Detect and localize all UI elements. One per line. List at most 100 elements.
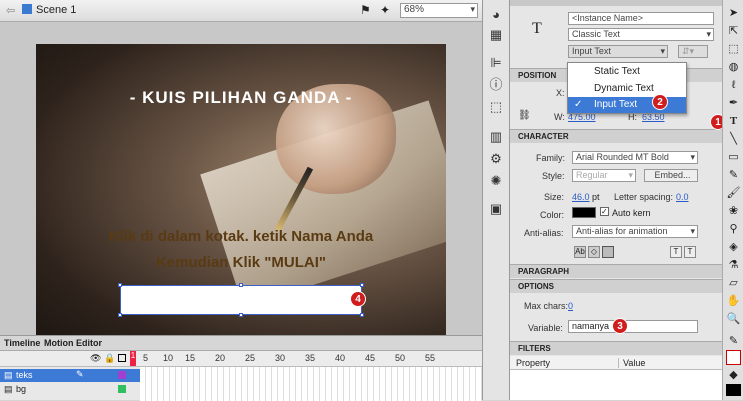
- 3d-rotation-icon[interactable]: ◍: [726, 60, 741, 75]
- scene-toolbar: ⇦ Scene 1 ⚑ ✦ 68%: [0, 0, 482, 22]
- fill-color-icon[interactable]: ◆: [726, 368, 741, 383]
- lasso-icon[interactable]: ℓ: [726, 78, 741, 93]
- subselection-tool-icon[interactable]: ⇱: [726, 24, 741, 39]
- eye-icon[interactable]: 👁: [90, 353, 101, 364]
- embed-button[interactable]: Embed...: [644, 169, 698, 182]
- font-style-select[interactable]: Regular: [572, 169, 636, 182]
- paint-bucket-icon[interactable]: ◈: [726, 240, 741, 255]
- layer-color-swatch[interactable]: [118, 371, 126, 379]
- stage-canvas: - KUIS PILIHAN GANDA - Klik di dalam kot…: [36, 44, 446, 350]
- zoom-tool-icon[interactable]: 🔍: [726, 312, 741, 327]
- info-icon[interactable]: ⓘ: [487, 76, 505, 94]
- color-panel-icon[interactable]: ◕: [487, 6, 505, 24]
- line-tool-icon[interactable]: ╲: [726, 132, 741, 147]
- border-toggle-icon[interactable]: [602, 246, 614, 258]
- layer-name[interactable]: teks: [16, 370, 33, 380]
- font-size-value[interactable]: 46.0: [572, 192, 590, 202]
- style-label: Style:: [542, 171, 565, 181]
- filters-list[interactable]: [510, 370, 722, 400]
- text-type-select[interactable]: Input Text: [568, 45, 668, 58]
- components-icon[interactable]: ⚙: [487, 150, 505, 168]
- lock-icon[interactable]: 🔒: [104, 353, 115, 364]
- edit-symbol-icon[interactable]: ✦: [380, 3, 390, 17]
- scene-label[interactable]: Scene 1: [36, 4, 76, 16]
- rectangle-tool-icon[interactable]: ▭: [726, 150, 741, 165]
- instance-name-input[interactable]: <Instance Name>: [568, 12, 714, 25]
- back-arrow-icon[interactable]: ⇦: [6, 4, 15, 17]
- pen-tool-icon[interactable]: ✒: [726, 96, 741, 111]
- frame-number: 55: [425, 353, 436, 363]
- frame-number: 10: [163, 353, 174, 363]
- name-input-textfield[interactable]: [118, 283, 364, 317]
- motion-presets-icon[interactable]: ✺: [487, 172, 505, 190]
- resize-handle[interactable]: [118, 313, 122, 317]
- frame-number: 40: [335, 353, 346, 363]
- max-chars-value[interactable]: 0: [568, 301, 573, 311]
- section-filters[interactable]: FILTERS: [510, 341, 722, 355]
- align-icon[interactable]: ⊫: [487, 54, 505, 72]
- fill-none-icon[interactable]: [726, 350, 741, 365]
- menu-dynamic-text[interactable]: Dynamic Text: [568, 81, 686, 97]
- layer-color-swatch[interactable]: [118, 385, 126, 393]
- tab-timeline[interactable]: Timeline: [4, 338, 40, 348]
- max-chars-label: Max chars:: [524, 301, 569, 311]
- stroke-color-icon[interactable]: ✎: [726, 334, 741, 349]
- swatches-icon[interactable]: ▦: [487, 26, 505, 44]
- letter-spacing-value[interactable]: 0.0: [676, 192, 689, 202]
- edit-scene-icon[interactable]: ⚑: [360, 3, 371, 17]
- menu-static-text[interactable]: Static Text: [568, 64, 686, 80]
- layer-name[interactable]: bg: [16, 384, 26, 394]
- hand-tool-icon[interactable]: ✋: [726, 294, 741, 309]
- deco-tool-icon[interactable]: ❀: [726, 204, 741, 219]
- zoom-select[interactable]: 68%: [400, 3, 478, 18]
- playhead[interactable]: 1: [130, 351, 136, 366]
- selection-tool-icon[interactable]: ➤: [726, 6, 741, 21]
- frame-grid[interactable]: [140, 367, 482, 401]
- section-options[interactable]: OPTIONS: [510, 279, 722, 293]
- filters-col-property: Property: [516, 358, 551, 368]
- free-transform-icon[interactable]: ⬚: [726, 42, 741, 57]
- orientation-button[interactable]: ⇵▾: [678, 45, 708, 58]
- pencil-icon: ✎: [76, 369, 84, 379]
- code-snippets-icon[interactable]: ▥: [487, 128, 505, 146]
- resize-handle[interactable]: [239, 283, 243, 287]
- resize-handle[interactable]: [239, 313, 243, 317]
- frame-ruler: 👁 🔒 1 5 10 15 20 25 30 35 40 45 50 55: [0, 351, 482, 367]
- tools-panel: ➤ ⇱ ⬚ ◍ ℓ ✒ T ╲ ▭ ✎ 🖌 ❀ ⚲ ◈ ⚗ ▱ ✋ 🔍 ✎ ◆: [722, 0, 743, 400]
- eraser-icon[interactable]: ▱: [726, 276, 741, 291]
- variable-input[interactable]: namanya: [568, 320, 698, 333]
- autokern-checkbox[interactable]: ✓: [600, 207, 609, 216]
- transform-icon[interactable]: ⬚: [487, 98, 505, 116]
- eyedropper-icon[interactable]: ⚗: [726, 258, 741, 273]
- text-tool-icon[interactable]: T: [726, 114, 741, 129]
- project-icon[interactable]: ▣: [487, 200, 505, 218]
- layer-icon: ▤: [4, 384, 13, 394]
- antialias-select[interactable]: Anti-alias for animation: [572, 225, 698, 238]
- step-badge-4: 4: [350, 291, 366, 307]
- brush-tool-icon[interactable]: 🖌: [726, 186, 741, 201]
- selectable-toggle-icon[interactable]: Ab: [574, 246, 586, 258]
- text-color-swatch[interactable]: [572, 207, 596, 218]
- pencil-tool-icon[interactable]: ✎: [726, 168, 741, 183]
- superscript-icon[interactable]: T: [670, 246, 682, 258]
- fill-swatch[interactable]: [726, 384, 741, 396]
- resize-handle[interactable]: [360, 283, 364, 287]
- panel-tabs: [510, 0, 722, 6]
- resize-handle[interactable]: [360, 313, 364, 317]
- bone-tool-icon[interactable]: ⚲: [726, 222, 741, 237]
- subscript-icon[interactable]: T: [684, 246, 696, 258]
- font-family-select[interactable]: Arial Rounded MT Bold: [572, 151, 698, 164]
- outline-icon[interactable]: [118, 354, 126, 362]
- section-character[interactable]: CHARACTER: [510, 129, 722, 143]
- resize-handle[interactable]: [118, 283, 122, 287]
- menu-input-text[interactable]: ✓ Input Text: [568, 97, 686, 113]
- layer-icon: ▤: [4, 370, 13, 380]
- text-tool-icon: T: [532, 20, 542, 37]
- section-paragraph[interactable]: PARAGRAPH: [510, 264, 722, 278]
- html-render-toggle-icon[interactable]: ◇: [588, 246, 600, 258]
- w-label: W:: [554, 112, 565, 122]
- text-engine-select[interactable]: Classic Text: [568, 28, 714, 41]
- link-icon[interactable]: ⛓: [518, 110, 531, 121]
- frame-number: 45: [365, 353, 376, 363]
- tab-motion-editor[interactable]: Motion Editor: [44, 338, 102, 348]
